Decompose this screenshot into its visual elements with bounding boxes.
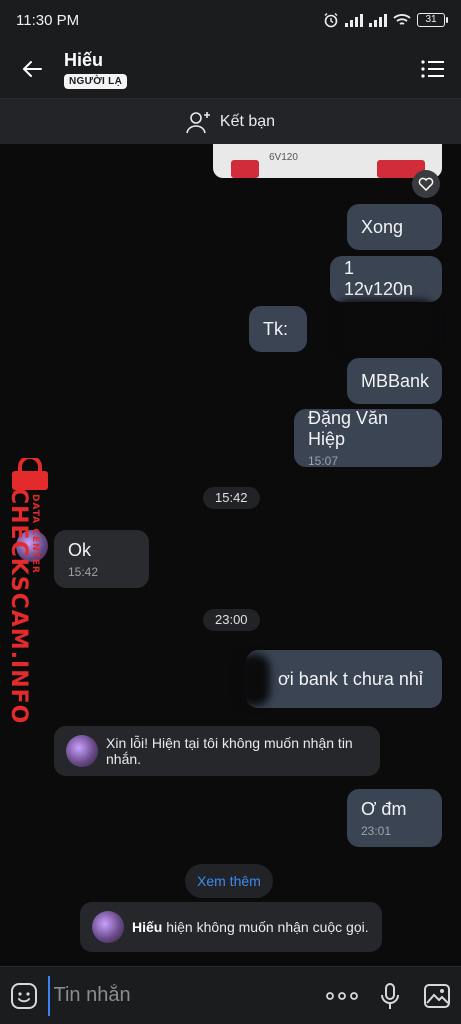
contact-name: Hiếu [132, 919, 163, 935]
message-text: Tk: [263, 318, 288, 339]
image-caption: 6V120 [269, 152, 298, 163]
system-message-text: Hiếu hiện không muốn nhận cuộc gọi. [132, 919, 369, 935]
message-input[interactable] [47, 975, 319, 1016]
chat-area[interactable]: 6V120 Xong 1 12v120n Tk: MBBank Đặng Văn… [0, 144, 461, 966]
message-text: 1 12v120n [344, 258, 414, 299]
add-friend-label: Kết bạn [219, 112, 276, 130]
chat-header: Hiếu NGƯỜI LẠ [0, 40, 461, 98]
image-icon [424, 983, 451, 1008]
more-dots-icon [326, 991, 359, 1000]
battery-icon: 31 [417, 13, 448, 27]
signal-icon [369, 13, 387, 27]
heart-icon [418, 177, 434, 191]
watermark-text: CHECKSCAM.INFO [6, 488, 31, 725]
message-bubble[interactable]: Ơ đm 23:01 [347, 789, 442, 847]
system-message: Hiếu hiện không muốn nhận cuộc gọi. [80, 902, 382, 952]
react-button[interactable] [412, 170, 440, 198]
message-text: MBBank [361, 370, 430, 391]
image-message[interactable]: 6V120 [213, 144, 442, 178]
message-composer [0, 966, 461, 1024]
message-bubble[interactable]: Xong [347, 204, 442, 250]
time-separator: 15:42 [203, 487, 260, 509]
status-bar: 11:30 PM 31 [0, 0, 461, 40]
message-time: 23:01 [361, 823, 392, 838]
time-separator: 23:00 [203, 609, 260, 631]
message-text: Ok [68, 539, 92, 560]
emoji-icon [10, 982, 37, 1009]
avatar [92, 911, 124, 943]
contact-info[interactable]: Hiếu NGƯỜI LẠ [64, 49, 128, 89]
message-bubble[interactable]: Tk: [249, 306, 307, 352]
redacted-area [336, 300, 436, 354]
system-message-text: Xin lỗi! Hiện tại tôi không muốn nhận ti… [106, 735, 353, 767]
alarm-icon [324, 13, 338, 28]
microphone-icon [380, 982, 399, 1009]
message-text: Ơ đm [361, 798, 407, 819]
message-bubble[interactable]: Đặng Văn Hiệp 15:07 [294, 408, 442, 468]
add-user-icon [186, 111, 210, 133]
system-message: Xin lỗi! Hiện tại tôi không muốn nhận ti… [54, 726, 380, 776]
voice-button[interactable] [366, 967, 414, 1024]
status-icons: 31 [323, 12, 448, 28]
watermark: CHECKSCAM.INFO DATA CENTER [2, 458, 50, 724]
call-status-text: hiện không muốn nhận cuộc gọi. [162, 919, 369, 935]
add-friend-button[interactable]: Kết bạn [0, 98, 461, 144]
message-bubble[interactable]: Ok 15:42 [54, 530, 149, 588]
gallery-button[interactable] [414, 967, 461, 1024]
message-time: 15:07 [308, 454, 339, 468]
image-detail [231, 160, 259, 178]
message-text: Đặng Văn Hiệp [308, 408, 389, 449]
message-bubble[interactable]: MBBank [347, 358, 442, 404]
message-text: ơi bank t chưa nhỉ [278, 668, 423, 689]
stranger-badge: NGƯỜI LẠ [64, 73, 128, 89]
message-bubble[interactable]: ơi bank t chưa nhỉ [246, 650, 442, 708]
watermark-subtext: DATA CENTER [30, 494, 40, 574]
message-bubble[interactable]: 1 12v120n [330, 256, 442, 302]
status-time: 11:30 PM [16, 11, 80, 29]
see-more-button[interactable]: Xem thêm [185, 864, 273, 898]
avatar [66, 735, 98, 767]
wifi-icon [393, 14, 411, 25]
list-menu-icon [421, 60, 444, 78]
redacted-area [238, 654, 270, 706]
message-text: Xong [361, 216, 404, 237]
lock-icon [12, 458, 48, 490]
signal-icon [345, 13, 363, 27]
back-button[interactable] [0, 40, 64, 98]
arrow-left-icon [22, 61, 42, 77]
more-button[interactable] [319, 967, 367, 1024]
options-button[interactable] [405, 40, 461, 98]
contact-name: Hiếu [64, 49, 104, 70]
sticker-button[interactable] [0, 967, 48, 1024]
message-time: 15:42 [68, 564, 99, 579]
